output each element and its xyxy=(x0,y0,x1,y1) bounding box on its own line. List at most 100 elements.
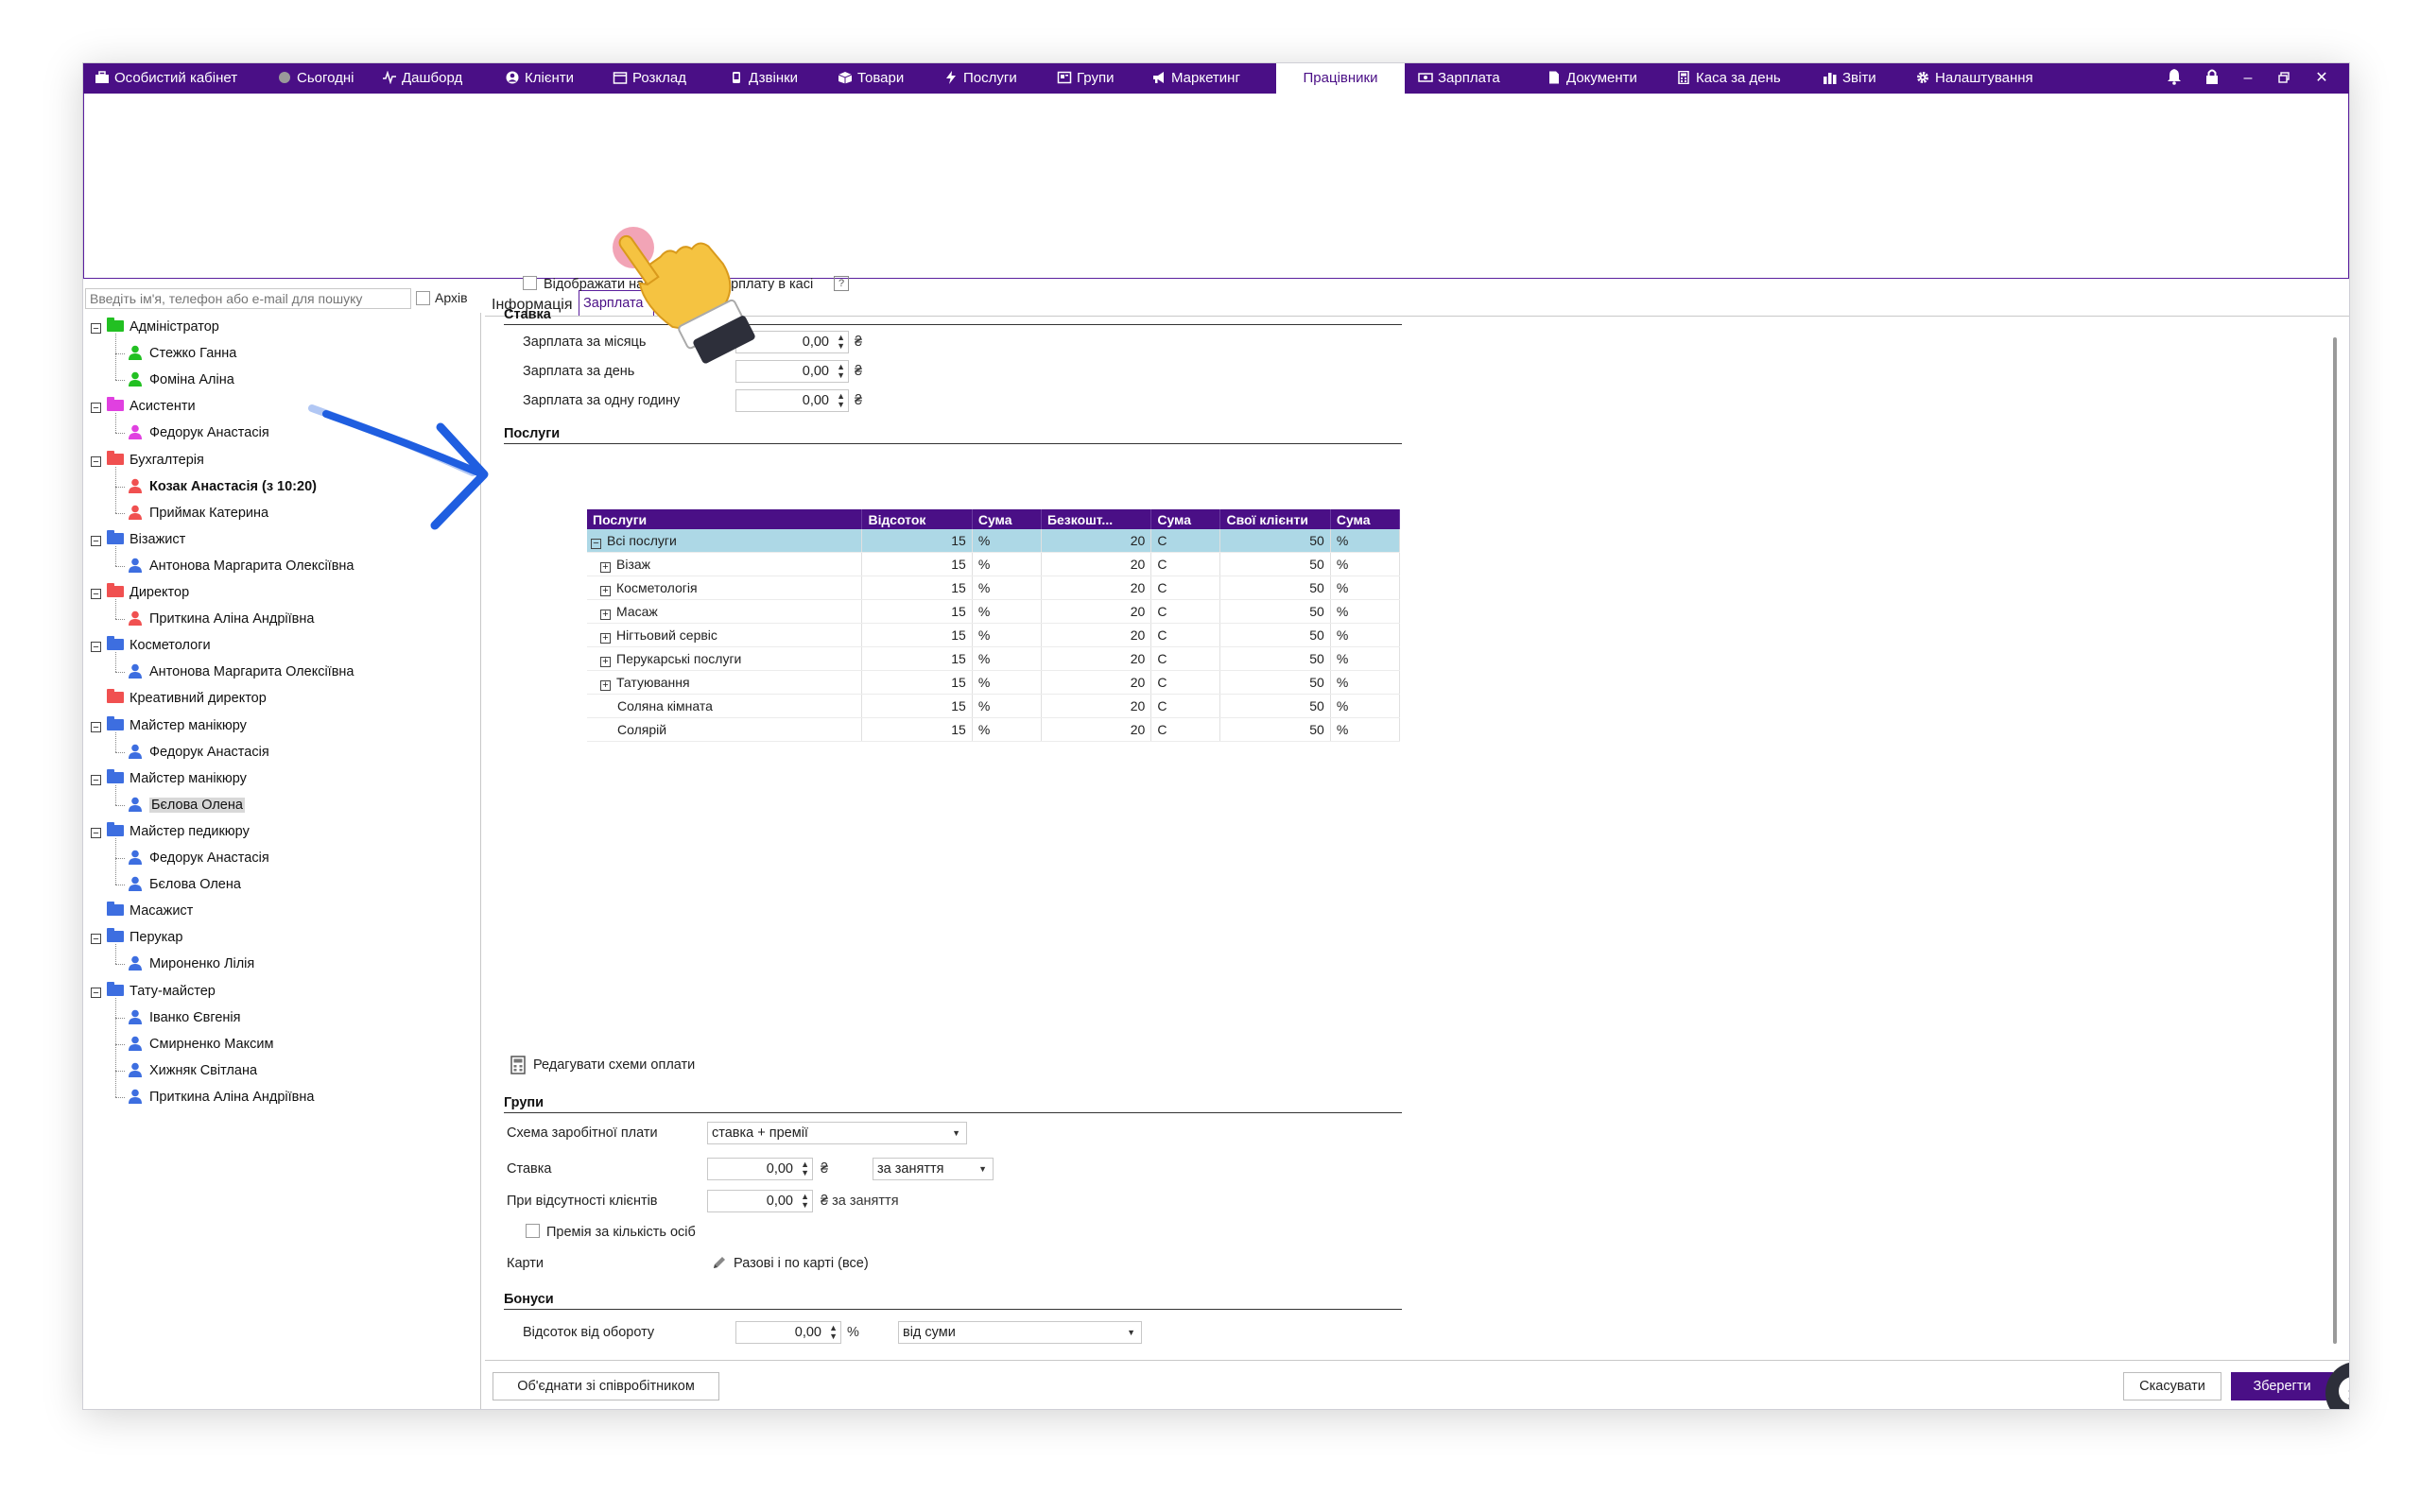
tree-employee[interactable]: Бєлова Олена xyxy=(127,874,241,895)
free-cell[interactable]: 20 xyxy=(1041,646,1152,671)
col-percent[interactable]: Відсоток xyxy=(861,509,973,529)
own-clients-cell[interactable]: 50 xyxy=(1219,694,1331,718)
service-name-cell[interactable]: Солярій xyxy=(587,717,863,742)
tree-group[interactable]: − Майстер манікюру xyxy=(91,768,247,789)
percent-cell[interactable]: 15 xyxy=(861,694,973,718)
tree-employee[interactable]: Приймак Катерина xyxy=(127,503,268,524)
bell-icon[interactable] xyxy=(2163,63,2186,94)
tree-group[interactable]: Масажист xyxy=(91,901,193,921)
percent-cell[interactable]: 15 xyxy=(861,576,973,600)
spinner-arrows-icon[interactable]: ▲ ▼ xyxy=(837,363,845,380)
col-sum-2[interactable]: Сума xyxy=(1150,509,1221,529)
tree-employee[interactable]: Бєлова Олена xyxy=(127,795,245,816)
spinner-arrows-icon[interactable]: ▲ ▼ xyxy=(837,392,845,409)
own-unit-cell[interactable]: % xyxy=(1330,623,1401,647)
nav-groups[interactable]: Групи xyxy=(1057,63,1114,94)
service-row[interactable]: − Всі послуги 15% 20 C 50% xyxy=(587,529,1401,553)
spinner-arrows-icon[interactable]: ▲ ▼ xyxy=(837,334,845,351)
col-own-clients[interactable]: Свої клієнти xyxy=(1219,509,1331,529)
month-salary-input[interactable]: 0,00 ▲ ▼ xyxy=(735,331,849,353)
percent-unit-cell[interactable]: % xyxy=(972,576,1042,600)
nav-calls[interactable]: Дзвінки xyxy=(729,63,798,94)
turnover-base-select[interactable]: від суми ▼ xyxy=(898,1321,1142,1344)
free-unit-cell[interactable]: C xyxy=(1150,623,1221,647)
tree-group[interactable]: − Косметологи xyxy=(91,635,211,656)
own-clients-cell[interactable]: 50 xyxy=(1219,552,1331,576)
expand-icon[interactable]: + xyxy=(600,609,611,620)
spinner-arrows-icon[interactable]: ▲ ▼ xyxy=(801,1193,809,1210)
own-clients-cell[interactable]: 50 xyxy=(1219,623,1331,647)
collapse-toggle-icon[interactable]: − xyxy=(91,455,101,467)
own-clients-cell[interactable]: 50 xyxy=(1219,529,1331,553)
tree-employee[interactable]: Антонова Маргарита Олексіївна xyxy=(127,556,354,576)
tree-employee[interactable]: Стежко Ганна xyxy=(127,343,236,364)
percent-cell[interactable]: 15 xyxy=(861,670,973,695)
tree-employee[interactable]: Федорук Анастасія xyxy=(127,742,269,763)
free-cell[interactable]: 20 xyxy=(1041,599,1152,624)
own-unit-cell[interactable]: % xyxy=(1330,599,1401,624)
spinner-arrows-icon[interactable]: ▲ ▼ xyxy=(829,1324,838,1341)
nav-goods[interactable]: Товари xyxy=(838,63,904,94)
free-cell[interactable]: 20 xyxy=(1041,623,1152,647)
collapse-toggle-icon[interactable]: − xyxy=(91,323,101,335)
percent-cell[interactable]: 15 xyxy=(861,623,973,647)
tree-group[interactable]: − Асистенти xyxy=(91,396,196,417)
collapse-toggle-icon[interactable]: − xyxy=(91,721,101,732)
service-row[interactable]: + Масаж 15% 20 C 50% xyxy=(587,599,1401,624)
collapse-icon[interactable]: − xyxy=(591,538,601,549)
nav-today[interactable]: Сьогодні xyxy=(277,63,354,94)
expand-icon[interactable]: + xyxy=(600,561,611,573)
nav-employees[interactable]: Працівники xyxy=(1276,63,1405,94)
percent-unit-cell[interactable]: % xyxy=(972,599,1042,624)
own-unit-cell[interactable]: % xyxy=(1330,646,1401,671)
percent-cell[interactable]: 15 xyxy=(861,599,973,624)
service-name-cell[interactable]: + Татуювання xyxy=(587,670,863,695)
percent-cell[interactable]: 15 xyxy=(861,717,973,742)
tree-employee[interactable]: Смирненко Максим xyxy=(127,1034,273,1055)
tree-group[interactable]: − Адміністратор xyxy=(91,317,219,337)
free-unit-cell[interactable]: C xyxy=(1150,717,1221,742)
service-row[interactable]: Солярій 15% 20 C 50% xyxy=(587,717,1401,742)
tree-group[interactable]: − Майстер манікюру xyxy=(91,715,247,736)
tree-employee[interactable]: Приткина Аліна Андріївна xyxy=(127,1087,314,1108)
free-unit-cell[interactable]: C xyxy=(1150,576,1221,600)
absence-input[interactable]: 0,00 ▲ ▼ xyxy=(707,1190,813,1212)
free-cell[interactable]: 20 xyxy=(1041,694,1152,718)
own-clients-cell[interactable]: 50 xyxy=(1219,599,1331,624)
col-sum-3[interactable]: Сума xyxy=(1330,509,1401,529)
col-sum-1[interactable]: Сума xyxy=(972,509,1042,529)
minimize-icon[interactable]: – xyxy=(2237,63,2259,94)
own-unit-cell[interactable]: % xyxy=(1330,529,1401,553)
close-icon[interactable]: ✕ xyxy=(2310,63,2333,94)
free-unit-cell[interactable]: C xyxy=(1150,552,1221,576)
restore-icon[interactable] xyxy=(2273,63,2295,94)
expand-icon[interactable]: + xyxy=(600,679,611,691)
bonus-persons-checkbox[interactable] xyxy=(526,1224,540,1238)
service-name-cell[interactable]: + Візаж xyxy=(587,552,863,576)
turnover-percent-input[interactable]: 0,00 ▲ ▼ xyxy=(735,1321,841,1344)
group-rate-input[interactable]: 0,00 ▲ ▼ xyxy=(707,1158,813,1180)
cards-value-link[interactable]: Разові і по карті (все) xyxy=(734,1256,869,1271)
service-row[interactable]: + Татуювання 15% 20 C 50% xyxy=(587,670,1401,695)
percent-cell[interactable]: 15 xyxy=(861,552,973,576)
pencil-icon[interactable] xyxy=(712,1255,727,1270)
own-clients-cell[interactable]: 50 xyxy=(1219,670,1331,695)
service-name-cell[interactable]: + Косметологія xyxy=(587,576,863,600)
help-icon[interactable]: ? xyxy=(834,276,849,291)
tree-employee[interactable]: Приткина Аліна Андріївна xyxy=(127,609,314,629)
col-services[interactable]: Послуги xyxy=(587,509,863,529)
tree-employee[interactable]: Фоміна Аліна xyxy=(127,369,234,390)
service-name-cell[interactable]: + Перукарські послуги xyxy=(587,646,863,671)
spinner-arrows-icon[interactable]: ▲ ▼ xyxy=(801,1160,809,1177)
tree-group[interactable]: Креативний директор xyxy=(91,688,267,709)
nav-cash-day[interactable]: Каса за день xyxy=(1676,63,1781,94)
salary-scheme-select[interactable]: ставка + премії ▼ xyxy=(707,1122,967,1144)
service-row[interactable]: Соляна кімната 15% 20 C 50% xyxy=(587,694,1401,718)
tree-group[interactable]: − Бухгалтерія xyxy=(91,450,204,471)
collapse-toggle-icon[interactable]: − xyxy=(91,589,101,600)
nav-schedule[interactable]: Розклад xyxy=(613,63,686,94)
service-name-cell[interactable]: + Масаж xyxy=(587,599,863,624)
collapse-toggle-icon[interactable]: − xyxy=(91,774,101,785)
percent-unit-cell[interactable]: % xyxy=(972,529,1042,553)
show-in-cash-checkbox[interactable] xyxy=(523,276,537,290)
